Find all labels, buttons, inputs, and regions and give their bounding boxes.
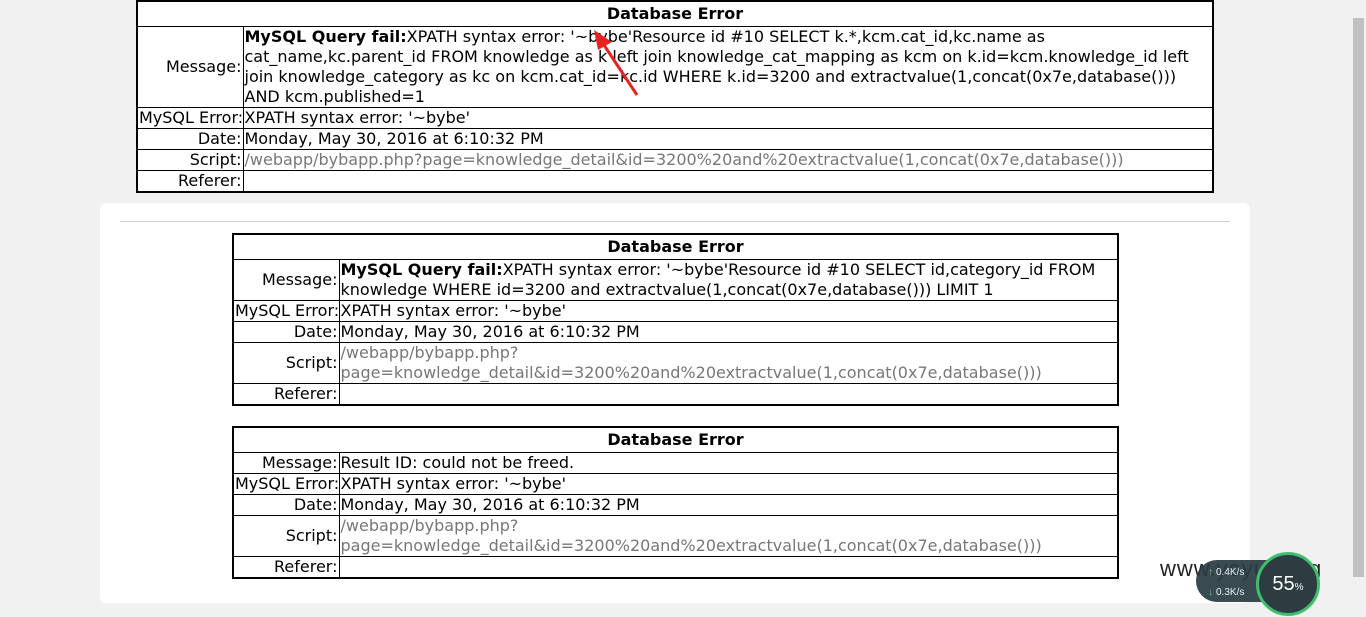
mysql-error-label: MySQL Error: bbox=[136, 107, 244, 129]
message-label: Message: bbox=[136, 26, 244, 108]
referer-label: Referer: bbox=[232, 556, 340, 579]
table-header-row: Database Error bbox=[232, 233, 1119, 260]
message-bold-prefix: MySQL Query fail: bbox=[340, 260, 503, 279]
message-row: Message: MySQL Query fail:XPATH syntax e… bbox=[232, 259, 1119, 301]
scrollbar-thumb[interactable] bbox=[1353, 18, 1364, 577]
mysql-error-label: MySQL Error: bbox=[232, 300, 340, 322]
script-value-line-1: /webapp/bybapp.php? bbox=[340, 343, 519, 362]
date-label: Date: bbox=[232, 494, 340, 516]
script-row: Script: /webapp/bybapp.php?page=knowledg… bbox=[136, 149, 1214, 171]
date-row: Date: Monday, May 30, 2016 at 6:10:32 PM bbox=[136, 128, 1214, 150]
database-error-table-3: Database Error Message: Result ID: could… bbox=[232, 426, 1119, 579]
gauge-unit: % bbox=[1294, 582, 1304, 593]
referer-row: Referer: bbox=[232, 556, 1119, 579]
mysql-error-row: MySQL Error: XPATH syntax error: '~bybe' bbox=[232, 300, 1119, 322]
script-value: /webapp/bybapp.php?page=knowledge_detail… bbox=[338, 342, 1119, 384]
mysql-error-row: MySQL Error: XPATH syntax error: '~bybe' bbox=[136, 107, 1214, 129]
table-title: Database Error bbox=[232, 233, 1119, 260]
upload-speed: 0.4K/s bbox=[1208, 567, 1244, 578]
referer-label: Referer: bbox=[136, 170, 244, 193]
script-label: Script: bbox=[136, 149, 244, 171]
referer-row: Referer: bbox=[232, 383, 1119, 406]
mysql-error-value: XPATH syntax error: '~bybe' bbox=[338, 300, 1119, 322]
message-label: Message: bbox=[232, 452, 340, 474]
date-value: Monday, May 30, 2016 at 6:10:32 PM bbox=[242, 128, 1214, 150]
date-row: Date: Monday, May 30, 2016 at 6:10:32 PM bbox=[232, 321, 1119, 343]
message-value: MySQL Query fail:XPATH syntax error: '~b… bbox=[242, 26, 1214, 108]
database-error-table-2: Database Error Message: MySQL Query fail… bbox=[232, 233, 1119, 406]
horizontal-divider bbox=[120, 221, 1230, 222]
referer-value bbox=[242, 170, 1214, 193]
message-value: Result ID: could not be freed. bbox=[338, 452, 1119, 474]
message-label: Message: bbox=[232, 259, 340, 301]
script-value: /webapp/bybapp.php?page=knowledge_detail… bbox=[338, 515, 1119, 557]
mysql-error-row: MySQL Error: XPATH syntax error: '~bybe' bbox=[232, 473, 1119, 495]
date-value: Monday, May 30, 2016 at 6:10:32 PM bbox=[338, 494, 1119, 516]
mysql-error-label: MySQL Error: bbox=[232, 473, 340, 495]
message-row: Message: Result ID: could not be freed. bbox=[232, 452, 1119, 474]
vertical-scrollbar[interactable] bbox=[1349, 0, 1366, 599]
script-label: Script: bbox=[232, 342, 340, 384]
table-header-row: Database Error bbox=[136, 0, 1214, 27]
script-value-line-1: /webapp/bybapp.php? bbox=[340, 516, 519, 535]
message-bold-prefix: MySQL Query fail: bbox=[244, 27, 407, 46]
message-value: MySQL Query fail:XPATH syntax error: '~b… bbox=[338, 259, 1119, 301]
mysql-error-value: XPATH syntax error: '~bybe' bbox=[338, 473, 1119, 495]
script-value-line-2: page=knowledge_detail&id=3200%20and%20ex… bbox=[340, 363, 1042, 382]
script-value: /webapp/bybapp.php?page=knowledge_detail… bbox=[242, 149, 1214, 171]
usage-gauge[interactable]: 55% bbox=[1256, 552, 1320, 616]
date-row: Date: Monday, May 30, 2016 at 6:10:32 PM bbox=[232, 494, 1119, 516]
date-label: Date: bbox=[136, 128, 244, 150]
gauge-value: 55 bbox=[1272, 573, 1295, 595]
script-value-line-2: page=knowledge_detail&id=3200%20and%20ex… bbox=[340, 536, 1042, 555]
mysql-error-value: XPATH syntax error: '~bybe' bbox=[242, 107, 1214, 129]
date-value: Monday, May 30, 2016 at 6:10:32 PM bbox=[338, 321, 1119, 343]
download-speed: 0.3K/s bbox=[1208, 587, 1244, 598]
date-label: Date: bbox=[232, 321, 340, 343]
table-header-row: Database Error bbox=[232, 426, 1119, 453]
script-row: Script: /webapp/bybapp.php?page=knowledg… bbox=[232, 342, 1119, 384]
table-title: Database Error bbox=[136, 0, 1214, 27]
referer-value bbox=[338, 383, 1119, 406]
script-label: Script: bbox=[232, 515, 340, 557]
referer-row: Referer: bbox=[136, 170, 1214, 193]
script-row: Script: /webapp/bybapp.php?page=knowledg… bbox=[232, 515, 1119, 557]
table-title: Database Error bbox=[232, 426, 1119, 453]
referer-value bbox=[338, 556, 1119, 579]
referer-label: Referer: bbox=[232, 383, 340, 406]
database-error-table-1: Database Error Message: MySQL Query fail… bbox=[136, 0, 1214, 193]
message-row: Message: MySQL Query fail:XPATH syntax e… bbox=[136, 26, 1214, 108]
